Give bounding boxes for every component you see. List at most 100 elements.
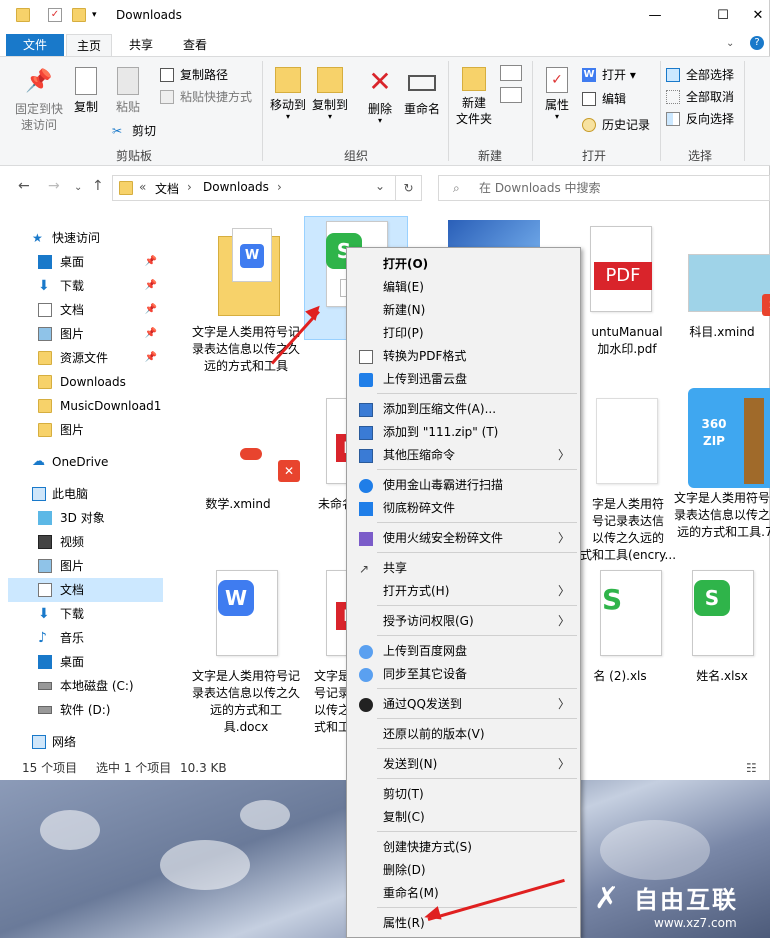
nav-item-music[interactable]: ♪ 音乐: [36, 626, 163, 650]
menu-item-xunlei-upload[interactable]: 上传到迅雷云盘: [347, 368, 580, 391]
menu-item-share[interactable]: ↗ 共享: [347, 557, 580, 580]
nav-item-musicdownload[interactable]: MusicDownload1: [36, 394, 163, 418]
easy-access-icon[interactable]: [500, 87, 522, 103]
quick-access-dropdown-icon[interactable]: ▾: [92, 8, 106, 22]
menu-item-other-compress[interactable]: 其他压缩命令〉: [347, 444, 580, 467]
new-item-icon[interactable]: [500, 65, 522, 81]
file-item[interactable]: W 文字是人类用符号记录表达信息以传之久远的方式和工具.docx: [188, 566, 304, 736]
minimize-button[interactable]: —: [632, 0, 678, 32]
menu-item-kingsoft-scan[interactable]: 使用金山毒霸进行扫描: [347, 474, 580, 497]
menu-item-sync-devices[interactable]: 同步至其它设备: [347, 663, 580, 686]
file-item[interactable]: ✕ 科目.xmind: [664, 222, 770, 341]
forward-icon[interactable]: →: [48, 178, 60, 194]
menu-item-add-archive[interactable]: 添加到压缩文件(A)...: [347, 398, 580, 421]
up-icon[interactable]: ↑: [92, 178, 104, 194]
menu-item-convert-pdf[interactable]: 转换为PDF格式: [347, 345, 580, 368]
breadcrumb-documents[interactable]: 文档: [155, 180, 179, 197]
recent-dropdown-icon[interactable]: ⌄: [74, 182, 82, 193]
tab-home[interactable]: 主页: [66, 34, 112, 56]
copy-path-button[interactable]: 复制路径: [160, 65, 228, 85]
breadcrumb-separator[interactable]: ›: [277, 180, 282, 194]
file-item[interactable]: W 文字是人类用符号记录表达信息以传之久远的方式和工具: [188, 222, 304, 375]
menu-item-new[interactable]: 新建(N): [347, 299, 580, 322]
nav-item-documents[interactable]: 文档 📌: [36, 298, 163, 322]
cut-button[interactable]: ✂ 剪切: [112, 121, 156, 141]
file-item[interactable]: 360 ZIP 文字是人类用符号记录表达信息以传之久远的方式和工具.7z: [670, 388, 770, 541]
nav-onedrive[interactable]: ☁ OneDrive: [30, 450, 165, 474]
nav-item-resources[interactable]: 资源文件 📌: [36, 346, 163, 370]
nav-item-pictures[interactable]: 图片 📌: [36, 322, 163, 346]
menu-item-open-with[interactable]: 打开方式(H) 〉: [347, 580, 580, 603]
help-icon[interactable]: ?: [750, 36, 764, 50]
nav-item-pc-pictures[interactable]: 图片: [36, 554, 163, 578]
paste-shortcut-button[interactable]: 粘贴快捷方式: [160, 87, 252, 107]
breadcrumb-downloads[interactable]: Downloads: [203, 180, 269, 194]
nav-item-desktop[interactable]: 桌面 📌: [36, 250, 163, 274]
breadcrumb-separator[interactable]: ›: [187, 180, 192, 194]
tab-view[interactable]: 查看: [170, 34, 220, 56]
nav-item-pc-desktop[interactable]: 桌面: [36, 650, 163, 674]
menu-item-delete[interactable]: 删除(D): [347, 859, 580, 882]
properties-icon[interactable]: ✓: [48, 8, 62, 22]
nav-item-drive-c[interactable]: 本地磁盘 (C:): [36, 674, 163, 698]
open-button[interactable]: W 打开 ▾: [582, 65, 636, 85]
menu-item-send-to[interactable]: 发送到(N) 〉: [347, 753, 580, 776]
file-item[interactable]: 字是人类用符 号记录表达信 以传之久远的 式和工具(encry...: [570, 394, 686, 564]
nav-item-pictures-folder[interactable]: 图片: [36, 418, 163, 442]
nav-item-pc-downloads[interactable]: ⬇ 下载: [36, 602, 163, 626]
menu-item-print[interactable]: 打印(P): [347, 322, 580, 345]
select-all-button[interactable]: 全部选择: [666, 65, 734, 85]
nav-label: 音乐: [60, 631, 85, 645]
menu-item-grant-access[interactable]: 授予访问权限(G) 〉: [347, 610, 580, 633]
nav-this-pc[interactable]: 此电脑: [30, 482, 165, 506]
breadcrumb-overflow[interactable]: «: [139, 180, 146, 194]
menu-item-cut[interactable]: 剪切(T): [347, 783, 580, 806]
menu-item-shred[interactable]: 彻底粉碎文件: [347, 497, 580, 520]
search-input[interactable]: ⌕ 在 Downloads 中搜索: [438, 175, 770, 201]
nav-quick-access[interactable]: ★ 快速访问: [30, 226, 165, 250]
menu-item-edit[interactable]: 编辑(E): [347, 276, 580, 299]
rename-button[interactable]: 重命名: [402, 67, 442, 117]
menu-item-send-qq[interactable]: 通过QQ发送到〉: [347, 693, 580, 716]
new-folder-icon[interactable]: [72, 8, 86, 22]
maximize-button[interactable]: ☐: [700, 0, 746, 32]
menu-item-open[interactable]: 打开(O): [347, 253, 580, 276]
history-button[interactable]: 历史记录: [582, 115, 650, 135]
ribbon-expand-icon[interactable]: ⌄: [726, 38, 734, 49]
properties-button[interactable]: ✓ 属性 ▾: [538, 67, 576, 121]
nav-item-videos[interactable]: 视频: [36, 530, 163, 554]
menu-item-properties[interactable]: 属性(R): [347, 912, 580, 935]
menu-item-create-shortcut[interactable]: 创建快捷方式(S): [347, 836, 580, 859]
select-none-button[interactable]: 全部取消: [666, 87, 734, 107]
invert-selection-button[interactable]: 反向选择: [666, 109, 734, 129]
menu-item-copy[interactable]: 复制(C): [347, 806, 580, 829]
address-field[interactable]: « 文档 › Downloads › ⌄: [112, 175, 396, 201]
refresh-button[interactable]: ↻: [396, 175, 422, 201]
nav-network[interactable]: 网络: [30, 730, 165, 754]
nav-item-drive-d[interactable]: 软件 (D:): [36, 698, 163, 722]
menu-item-add-zip[interactable]: 添加到 "111.zip" (T): [347, 421, 580, 444]
back-icon[interactable]: ←: [18, 178, 30, 194]
address-dropdown-icon[interactable]: ⌄: [375, 179, 385, 193]
pin-quick-access-button[interactable]: 📌 固定到快 速访问: [12, 67, 66, 133]
close-button[interactable]: ✕: [746, 0, 770, 32]
menu-item-huorong-shred[interactable]: 使用火绒安全粉碎文件〉: [347, 527, 580, 550]
file-item[interactable]: ✕ 数学.xmind: [180, 394, 300, 513]
details-view-icon[interactable]: ☷: [746, 757, 757, 779]
nav-item-pc-documents[interactable]: 文档: [8, 578, 163, 602]
copy-button[interactable]: 复制: [68, 67, 104, 115]
copy-to-button[interactable]: 复制到 ▾: [308, 67, 352, 121]
nav-item-3d-objects[interactable]: 3D 对象: [36, 506, 163, 530]
menu-item-restore-versions[interactable]: 还原以前的版本(V): [347, 723, 580, 746]
file-item[interactable]: S 姓名.xlsx: [664, 566, 770, 685]
menu-item-baidu-upload[interactable]: 上传到百度网盘: [347, 640, 580, 663]
nav-item-downloads[interactable]: ⬇ 下载 📌: [36, 274, 163, 298]
nav-item-downloads-folder[interactable]: Downloads: [36, 370, 163, 394]
delete-button[interactable]: ✕ 删除 ▾: [362, 67, 398, 125]
tab-share[interactable]: 共享: [118, 34, 164, 56]
paste-button[interactable]: 粘贴: [110, 67, 146, 115]
move-to-button[interactable]: 移动到 ▾: [266, 67, 310, 121]
new-folder-button[interactable]: 新建 文件夹: [454, 67, 494, 127]
edit-button[interactable]: 编辑: [582, 89, 626, 109]
tab-file[interactable]: 文件: [6, 34, 64, 56]
